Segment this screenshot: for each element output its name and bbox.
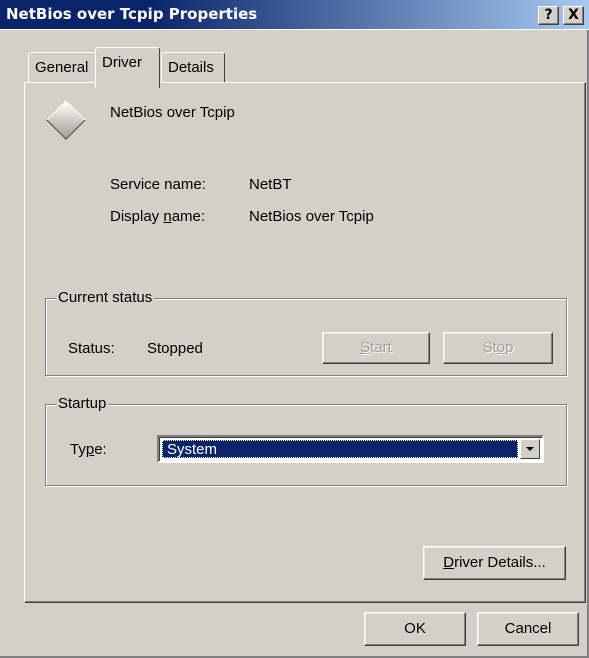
tab-strip: General Driver Details (0, 44, 589, 88)
tab-details[interactable]: Details (161, 52, 225, 86)
display-name-value: NetBios over Tcpip (249, 208, 374, 225)
title-bar[interactable]: NetBios over Tcpip Properties ? X (0, 0, 589, 30)
status-label: Status: (68, 340, 115, 357)
close-button[interactable]: X (563, 6, 584, 25)
window-title: NetBios over Tcpip Properties (6, 5, 258, 23)
startup-legend: Startup (56, 395, 109, 412)
ok-button[interactable]: OK (364, 612, 466, 646)
tab-driver[interactable]: Driver (95, 47, 160, 88)
startup-type-select[interactable]: System (157, 435, 544, 463)
service-name-label: Service name: (110, 176, 206, 193)
driver-name: NetBios over Tcpip (110, 104, 235, 121)
help-button[interactable]: ? (538, 6, 559, 25)
type-label: Type: (70, 441, 107, 458)
status-value: Stopped (147, 340, 203, 357)
service-name-value: NetBT (249, 176, 292, 193)
properties-dialog: NetBios over Tcpip Properties ? X Genera… (0, 0, 589, 658)
driver-details-button[interactable]: Driver Details... (423, 546, 566, 580)
stop-button[interactable]: Stop (443, 332, 553, 364)
tab-general[interactable]: General (28, 52, 98, 86)
display-name-label: Display name: (110, 208, 206, 225)
current-status-legend: Current status (56, 289, 155, 306)
cancel-button[interactable]: Cancel (477, 612, 579, 646)
startup-type-value: System (162, 440, 518, 458)
start-button[interactable]: Start (322, 332, 430, 364)
chevron-down-icon[interactable] (520, 439, 540, 459)
